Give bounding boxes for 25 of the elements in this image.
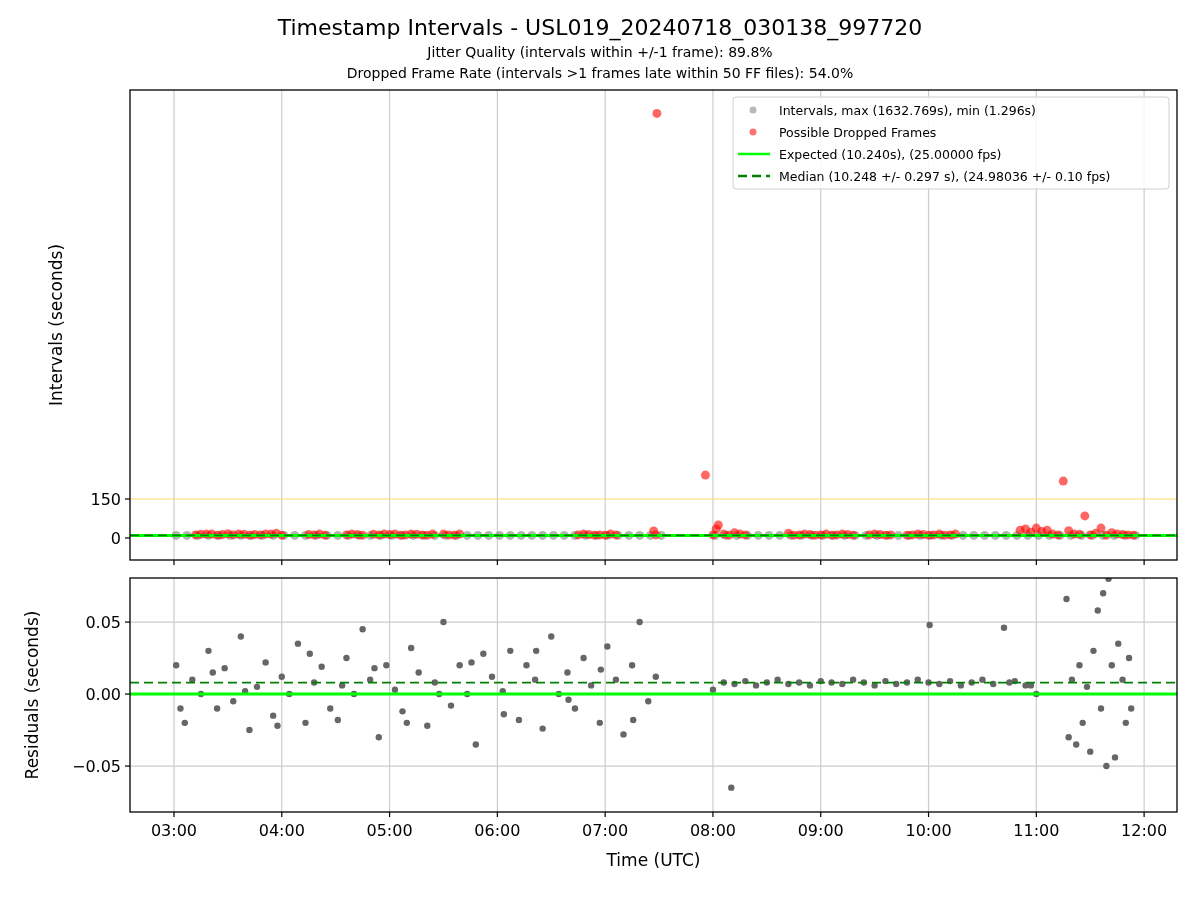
tick-label: 07:00: [582, 821, 629, 840]
tick-label: 09:00: [797, 821, 844, 840]
legend-label: Expected (10.240s), (25.00000 fps): [779, 146, 1002, 162]
axis-title: Residuals (seconds): [22, 610, 42, 780]
tick-label: 0.00: [85, 685, 121, 705]
tick-label: 12:00: [1121, 821, 1168, 840]
tick-label: 03:00: [150, 821, 198, 840]
axis-title: Time (UTC): [606, 850, 701, 870]
tick-label: 150: [90, 490, 121, 509]
tick-label: 04:00: [258, 821, 305, 840]
axis-title: Intervals (seconds): [46, 243, 66, 407]
tick-label: 10:00: [905, 821, 952, 840]
tick-label: −0.05: [71, 757, 121, 777]
legend-label: Intervals, max (1632.769s), min (1.296s): [779, 102, 1036, 118]
chart-title: Timestamp Intervals - USL019_20240718_030138_997720: [277, 14, 923, 42]
tick-label: 06:00: [474, 821, 521, 840]
chart-subtitle: Dropped Frame Rate (intervals >1 frames late within 50 FF files): 54.0%: [346, 64, 854, 83]
tick-label: 0.05: [85, 613, 121, 633]
tick-label: 0: [110, 529, 121, 548]
legend-label: Possible Dropped Frames: [779, 124, 937, 140]
legend-label: Median (10.248 +/- 0.297 s), (24.98036 +/- 0.10 fps): [779, 168, 1111, 184]
chart-subtitle: Jitter Quality (intervals within +/-1 frame): 89.8%: [427, 43, 773, 62]
tick-label: 11:00: [1013, 821, 1060, 840]
tick-label: 08:00: [689, 821, 736, 840]
tick-label: 05:00: [366, 821, 413, 840]
